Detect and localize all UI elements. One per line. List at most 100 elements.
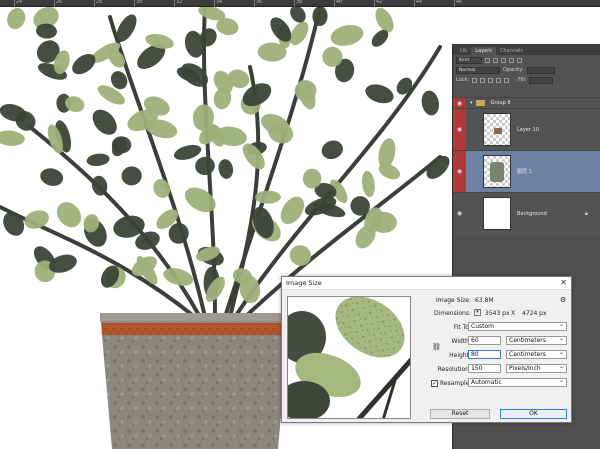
ruler-tick [414, 0, 415, 7]
blend-row: Normal Opacity: [453, 65, 600, 75]
plant-leaf [7, 7, 26, 30]
dimensions-height-value: 4724 px [522, 310, 547, 317]
width-unit-select[interactable]: Centimeters [506, 335, 567, 345]
visibility-eye-icon[interactable]: ◉ [453, 98, 466, 108]
plant-leaf [56, 202, 82, 228]
filter-smart-object-icon[interactable] [517, 57, 522, 63]
visibility-eye-icon[interactable]: ◉ [453, 151, 466, 192]
layer-row-group-8[interactable]: ◉ ▾ Group 8 [453, 97, 600, 108]
visibility-eye-icon[interactable]: ◉ [453, 193, 466, 234]
layer-thumbnail [483, 113, 511, 146]
plant-leaf [0, 130, 25, 146]
plant-leaf [195, 156, 215, 176]
ruler-number: 36 [256, 0, 263, 5]
tab-layers[interactable]: Layers [471, 47, 496, 55]
plant-leaf [421, 90, 439, 116]
plant-leaf [218, 159, 234, 179]
opacity-label: Opacity: [503, 67, 524, 73]
ruler-number: 38 [296, 0, 303, 5]
ruler-tick [14, 0, 15, 7]
fill-input[interactable] [529, 76, 554, 84]
filter-pixel-icon[interactable] [485, 57, 490, 63]
dimensions-x: X [511, 310, 516, 317]
fit-to-label: Fit To: [453, 324, 471, 331]
dimensions-width-value: 3543 px [485, 310, 510, 317]
visibility-eye-icon[interactable]: ◉ [453, 109, 466, 150]
plant-leaf [396, 77, 413, 95]
height-label: Height: [449, 352, 471, 359]
width-input[interactable]: 60 [468, 336, 501, 345]
blend-mode-select[interactable]: Normal [456, 66, 500, 74]
ruler-tick [294, 0, 295, 7]
layer-name: Layer 10 [517, 126, 539, 133]
ruler-tick [454, 0, 455, 7]
lock-brush-icon[interactable] [480, 77, 486, 83]
height-input[interactable]: 80 [468, 350, 501, 359]
plant-leaf [289, 245, 312, 266]
width-label: Width: [451, 338, 471, 345]
dimensions-dropdown-icon[interactable]: ▾ [474, 309, 481, 316]
plant-leaf [86, 153, 110, 167]
close-icon[interactable]: ✕ [560, 279, 567, 287]
plant-leaf [121, 166, 142, 186]
ok-button[interactable]: OK [500, 409, 567, 419]
layer-thumbnail [483, 155, 511, 188]
resample-select[interactable]: Automatic [468, 377, 567, 387]
ruler-number: 28 [96, 0, 103, 5]
gear-icon[interactable]: ⚙ [560, 296, 566, 304]
lock-row: Lock: Fill: [453, 75, 600, 85]
dialog-titlebar[interactable]: Image Size ✕ [282, 277, 571, 290]
plant-leaf [255, 190, 281, 204]
lock-label: Lock: [456, 77, 470, 83]
resolution-unit-select[interactable]: Pixels/Inch [506, 363, 567, 373]
plant-leaf [378, 138, 396, 169]
fill-label: Fill: [518, 77, 527, 83]
layer-name: Group 8 [490, 100, 511, 106]
tab-libraries[interactable]: Lib [456, 47, 471, 55]
ruler-number: 24 [16, 0, 23, 5]
layer-name: 图层 1 [517, 169, 532, 175]
plant-leaf [163, 268, 194, 286]
ruler-number: 44 [416, 0, 423, 5]
filter-shape-icon[interactable] [509, 57, 514, 63]
ruler-tick [334, 0, 335, 7]
plant-leaf [184, 187, 216, 213]
height-unit-select[interactable]: Centimeters [506, 349, 567, 359]
panel-tab-bar: Lib Layers Channels [453, 44, 600, 55]
filter-type-icon[interactable] [501, 57, 506, 63]
lock-icon: 🔒︎ [584, 209, 588, 217]
lock-transparent-icon[interactable] [472, 77, 478, 83]
lock-artboard-icon[interactable] [496, 77, 502, 83]
ruler-number: 34 [216, 0, 223, 5]
kind-filter-select[interactable]: Kind [456, 56, 482, 64]
chain-link-icon[interactable]: ⛓ [432, 343, 441, 351]
opacity-input[interactable] [526, 66, 555, 74]
dialog-title: Image Size [286, 279, 322, 287]
reset-button[interactable]: Reset [430, 409, 490, 419]
resolution-label: Resolution: [437, 366, 471, 373]
lock-all-icon[interactable] [504, 77, 510, 83]
layer-name: Background [517, 210, 547, 217]
plant-leaf [40, 168, 64, 186]
fit-to-select[interactable]: Custom [468, 321, 567, 331]
plant-leaf [365, 84, 394, 104]
layer-thumbnail [483, 197, 511, 230]
layer-row-layer-1[interactable]: ◉ 图层 1 [453, 150, 600, 192]
ruler-number: 26 [56, 0, 63, 5]
dimensions-label: Dimensions: [433, 310, 471, 317]
folder-icon [475, 100, 485, 106]
tab-channels[interactable]: Channels [496, 47, 527, 55]
ruler-tick [94, 0, 95, 7]
expand-triangle-icon[interactable]: ▾ [470, 100, 473, 106]
lock-move-icon[interactable] [488, 77, 494, 83]
layer-row-layer-10[interactable]: ◉ Layer 10 [453, 108, 600, 150]
plant-leaf [321, 140, 343, 160]
image-size-label: Image Size: [435, 297, 471, 304]
layer-row-background[interactable]: ◉ Background 🔒︎ [453, 192, 600, 234]
resolution-input[interactable]: 150 [468, 364, 501, 373]
filter-adjustment-icon[interactable] [493, 57, 498, 63]
horizontal-ruler[interactable]: 24 26 28 30 32 34 36 38 40 42 44 46 [0, 0, 600, 7]
resample-checkbox[interactable]: ✓ [431, 380, 438, 387]
image-preview[interactable] [287, 296, 411, 419]
ruler-tick [214, 0, 215, 7]
